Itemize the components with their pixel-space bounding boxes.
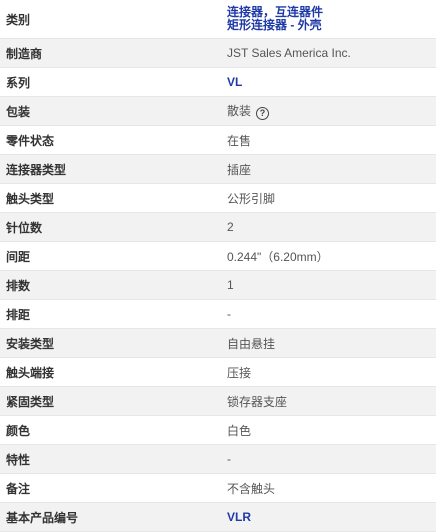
attribute-value: 自由悬挂 [219,328,436,358]
attribute-row-fastening-type: 紧固类型 锁存器支座 [0,386,436,416]
attribute-label: 排数 [0,270,219,300]
attribute-value: 公形引脚 [227,191,276,206]
attribute-label: 类别 [6,12,31,27]
attribute-label: 制造商 [0,38,219,68]
attribute-value: 0.244"（6.20mm） [227,249,329,264]
attribute-value: 白色 [227,423,252,438]
attribute-row-notes: 备注 不含触头 [0,474,436,503]
attribute-label: 紧固类型 [0,386,219,416]
attribute-row-features: 特性 - [0,444,436,474]
attribute-value: - [227,307,231,321]
attribute-row-contact-type: 触头类型 公形引脚 [0,184,436,213]
attribute-label: 连接器类型 [0,154,219,184]
attribute-value: VL [219,68,436,97]
attribute-row-termination: 触头端接 压接 [0,358,436,387]
series-link[interactable]: VL [227,75,436,89]
attribute-label: 针位数 [0,212,219,242]
packaging-value: 散装 [227,104,252,118]
attribute-value: 压接 [227,365,252,380]
attribute-value: 散装? [219,96,436,126]
attribute-row-category: 类别 连接器，互连器件 矩形连接器 - 外壳 [0,0,436,39]
attribute-row-mounting-type: 安装类型 自由悬挂 [0,328,436,358]
attribute-value: 1 [219,270,436,300]
attribute-row-positions: 针位数 2 [0,212,436,242]
attribute-label: 排距 [6,307,31,322]
attribute-row-part-status: 零件状态 在售 [0,126,436,155]
base-part-number-link[interactable]: VLR [227,510,436,524]
attribute-label: 间距 [6,249,31,264]
attribute-row-packaging: 包装 散装? [0,96,436,126]
question-circle-icon[interactable]: ? [256,107,270,120]
product-attributes-table: 类别 连接器，互连器件 矩形连接器 - 外壳 制造商 JST Sales Ame… [0,0,436,532]
attribute-value: VLR [219,502,436,532]
attribute-value: 2 [219,212,436,242]
attribute-label: 颜色 [6,423,31,438]
attribute-row-manufacturer: 制造商 JST Sales America Inc. [0,38,436,68]
attribute-row-series: 系列 VL [0,68,436,97]
attribute-value: - [219,444,436,474]
attribute-label: 系列 [6,75,31,90]
attribute-label: 触头类型 [6,191,55,206]
attribute-value: 连接器，互连器件 矩形连接器 - 外壳 [219,0,436,39]
attribute-label: 包装 [0,96,219,126]
attribute-row-connector-type: 连接器类型 插座 [0,154,436,184]
attribute-row-pitch: 间距 0.244"（6.20mm） [0,242,436,271]
attribute-value: 锁存器支座 [219,386,436,416]
attribute-label: 基本产品编号 [0,502,219,532]
attribute-value: 插座 [219,154,436,184]
attribute-row-color: 颜色 白色 [0,416,436,445]
attribute-label: 触头端接 [6,365,55,380]
attribute-label: 备注 [6,481,31,496]
attribute-row-row-spacing: 排距 - [0,300,436,329]
attribute-label: 安装类型 [0,328,219,358]
attribute-row-rows: 排数 1 [0,270,436,300]
attribute-value: JST Sales America Inc. [219,38,436,68]
attribute-label: 零件状态 [6,133,55,148]
attribute-value: 不含触头 [227,481,276,496]
attribute-label: 特性 [0,444,219,474]
category-link-rectangular-housings[interactable]: 矩形连接器 - 外壳 [227,19,436,32]
attribute-row-base-part-number: 基本产品编号 VLR [0,502,436,532]
attribute-value: 在售 [227,133,252,148]
